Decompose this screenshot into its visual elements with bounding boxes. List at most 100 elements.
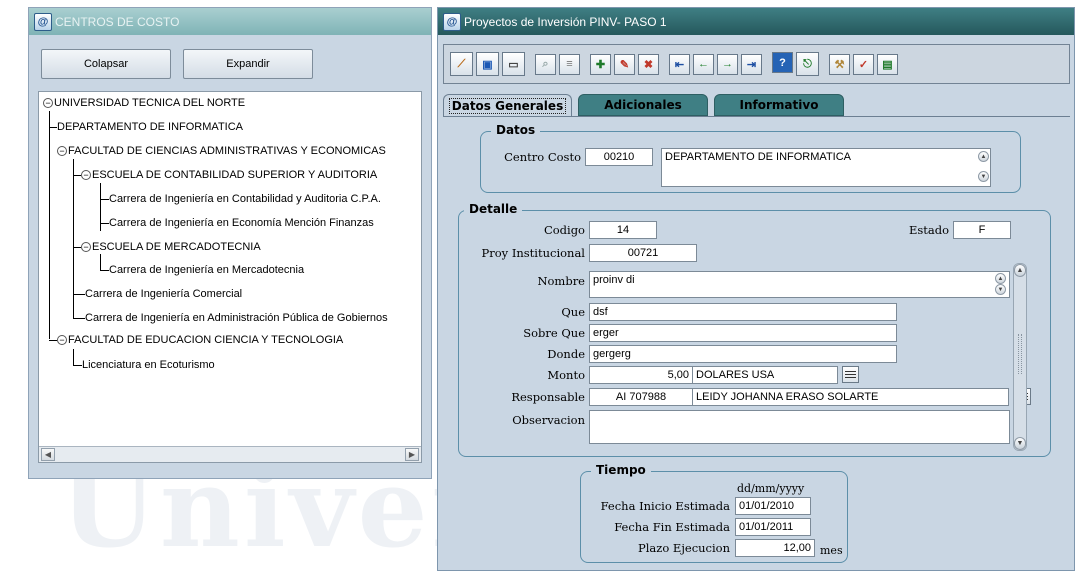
first-record-icon[interactable]: ⇤: [669, 53, 690, 75]
window-title: CENTROS DE COSTO: [55, 14, 180, 29]
next-record-icon[interactable]: →: [717, 53, 738, 75]
scroll-up-icon[interactable]: ▲: [1014, 264, 1026, 277]
last-record-icon[interactable]: ⇥: [741, 53, 762, 75]
responsable-name-field[interactable]: LEIDY JOHANNA ERASO SOLARTE: [692, 388, 1009, 406]
tree-node[interactable]: Carrera de Ingeniería en Economía Menció…: [109, 214, 374, 232]
tree-node[interactable]: DEPARTAMENTO DE INFORMATICA: [57, 118, 243, 136]
tree-connector: [73, 318, 85, 319]
toolbar: ⟋ ▣ ▭ ⌕ ≡ ✚ ✎ ✖ ⇤ ← → ⇥ ? ⎋ ⚒ ✓ ▤: [443, 44, 1070, 84]
sobre-que-field[interactable]: erger: [589, 324, 897, 342]
edit-record-icon[interactable]: ✎: [614, 53, 635, 75]
codigo-field[interactable]: 14: [589, 221, 657, 239]
delete-record-icon[interactable]: ✖: [638, 53, 659, 75]
investment-projects-titlebar[interactable]: @ Proyectos de Inversión PINV- PASO 1: [438, 8, 1074, 35]
observacion-label: Observacion: [512, 413, 585, 427]
proy-institucional-field[interactable]: 00721: [589, 244, 697, 262]
exit-icon[interactable]: ⎋: [796, 52, 819, 76]
tree-node-label: Carrera de Ingeniería en Contabilidad y …: [109, 193, 381, 205]
tree-connector: [73, 365, 82, 366]
donde-label: Donde: [547, 347, 585, 361]
print-icon[interactable]: ▭: [502, 52, 525, 76]
tree-node[interactable]: Carrera de Ingeniería Comercial: [85, 285, 242, 303]
plazo-ejecucion-field[interactable]: 12,00: [735, 539, 815, 557]
estado-label: Estado: [908, 223, 949, 237]
tab-informativo[interactable]: Informativo: [714, 94, 844, 116]
tree-node-label: Carrera de Ingeniería en Mercadotecnia: [109, 264, 305, 276]
nombre-field[interactable]: proinv di: [589, 271, 1010, 298]
collapse-node-icon[interactable]: −: [43, 98, 53, 108]
tree-connector: [73, 175, 81, 176]
cost-centers-window: @ CENTROS DE COSTO Colapsar Expandir − U…: [28, 7, 432, 479]
tree-node[interactable]: − ESCUELA DE MERCADOTECNIA: [81, 238, 261, 256]
tree-node-label: UNIVERSIDAD TECNICA DEL NORTE: [54, 97, 246, 109]
detalle-section: Detalle Codigo 14 Estado F Proy Instituc…: [458, 202, 1051, 457]
tree-node[interactable]: Carrera de Ingeniería en Contabilidad y …: [109, 190, 381, 208]
tree-node[interactable]: − FACULTAD DE CIENCIAS ADMINISTRATIVAS Y…: [57, 142, 386, 160]
tree-connector: [100, 199, 109, 200]
scroll-down-icon[interactable]: ▼: [1014, 437, 1026, 450]
observacion-field[interactable]: [589, 410, 1010, 444]
collapse-button[interactable]: Colapsar: [41, 49, 171, 79]
centro-costo-code-field[interactable]: 00210: [585, 148, 653, 166]
tree-node-label: ESCUELA DE MERCADOTECNIA: [92, 241, 261, 253]
responsable-id-field[interactable]: AI 707988: [589, 388, 693, 406]
tree-connector: [73, 294, 85, 295]
scroll-left-icon[interactable]: ◀: [41, 448, 55, 461]
insert-record-icon[interactable]: ✚: [590, 53, 611, 75]
collapse-node-icon[interactable]: −: [81, 170, 91, 180]
que-field[interactable]: dsf: [589, 303, 897, 321]
nombre-label: Nombre: [537, 274, 585, 288]
fecha-fin-field[interactable]: 01/01/2011: [735, 518, 811, 536]
tree-node[interactable]: − ESCUELA DE CONTABILIDAD SUPERIOR Y AUD…: [81, 166, 377, 184]
cost-centers-titlebar[interactable]: @ CENTROS DE COSTO: [29, 8, 431, 35]
app-icon: @: [443, 12, 461, 31]
donde-field[interactable]: gergerg: [589, 345, 897, 363]
plazo-ejecucion-label: Plazo Ejecucion: [638, 541, 730, 555]
tree-node[interactable]: − UNIVERSIDAD TECNICA DEL NORTE: [43, 94, 245, 112]
scroll-up-icon[interactable]: ▲: [995, 273, 1006, 284]
list-icon[interactable]: ≡: [559, 53, 580, 75]
tools-icon[interactable]: ⚒: [829, 53, 850, 75]
collapse-node-icon[interactable]: −: [57, 146, 67, 156]
centro-costo-scrollbar[interactable]: ▲ ▼: [977, 149, 991, 186]
tab-adicionales[interactable]: Adicionales: [578, 94, 708, 116]
scroll-down-icon[interactable]: ▼: [978, 171, 989, 182]
monto-field[interactable]: 5,00: [589, 366, 693, 384]
cost-center-tree[interactable]: − UNIVERSIDAD TECNICA DEL NORTE DEPARTAM…: [38, 91, 422, 463]
check-icon[interactable]: ✓: [853, 53, 874, 75]
tree-node[interactable]: − FACULTAD DE EDUCACION CIENCIA Y TECNOL…: [57, 331, 343, 349]
moneda-field[interactable]: DOLARES USA: [692, 366, 838, 384]
collapse-node-icon[interactable]: −: [81, 242, 91, 252]
tab-datos-generales[interactable]: Datos Generales: [443, 94, 572, 116]
expand-button[interactable]: Expandir: [183, 49, 313, 79]
tree-node[interactable]: Carrera de Ingeniería en Administración …: [85, 309, 388, 327]
scroll-right-icon[interactable]: ▶: [405, 448, 419, 461]
investment-projects-window: @ Proyectos de Inversión PINV- PASO 1 ⟋ …: [437, 7, 1075, 571]
tiempo-legend: Tiempo: [591, 463, 651, 477]
detalle-vertical-scrollbar[interactable]: ▲ ▼: [1013, 263, 1027, 451]
scroll-up-icon[interactable]: ▲: [978, 151, 989, 162]
tree-node[interactable]: Licenciatura en Ecoturismo: [82, 356, 215, 374]
scroll-down-icon[interactable]: ▼: [995, 284, 1006, 295]
fecha-inicio-field[interactable]: 01/01/2010: [735, 497, 811, 515]
horizontal-scrollbar[interactable]: ◀ ▶: [39, 446, 421, 462]
estado-field[interactable]: F: [953, 221, 1011, 239]
previous-record-icon[interactable]: ←: [693, 53, 714, 75]
clear-broom-icon[interactable]: ⟋: [450, 52, 473, 76]
responsable-label: Responsable: [511, 390, 585, 404]
calendar-icon[interactable]: ▤: [877, 53, 898, 75]
centro-costo-name-field[interactable]: DEPARTAMENTO DE INFORMATICA: [661, 148, 991, 187]
collapse-node-icon[interactable]: −: [57, 335, 67, 345]
search-icon[interactable]: ⌕: [535, 53, 556, 75]
tree-node-label: Carrera de Ingeniería en Administración …: [85, 312, 388, 324]
moneda-list-icon[interactable]: [842, 366, 859, 383]
tree-connector: [49, 111, 50, 339]
scroll-grip[interactable]: [1018, 334, 1022, 374]
fecha-inicio-label: Fecha Inicio Estimada: [600, 499, 730, 513]
help-icon[interactable]: ?: [772, 52, 793, 73]
tree-node[interactable]: Carrera de Ingeniería en Mercadotecnia: [109, 261, 304, 279]
save-icon[interactable]: ▣: [476, 52, 499, 76]
tree-connector: [100, 254, 101, 270]
nombre-scrollbar[interactable]: ▲ ▼: [994, 272, 1008, 297]
datos-legend: Datos: [491, 123, 541, 137]
